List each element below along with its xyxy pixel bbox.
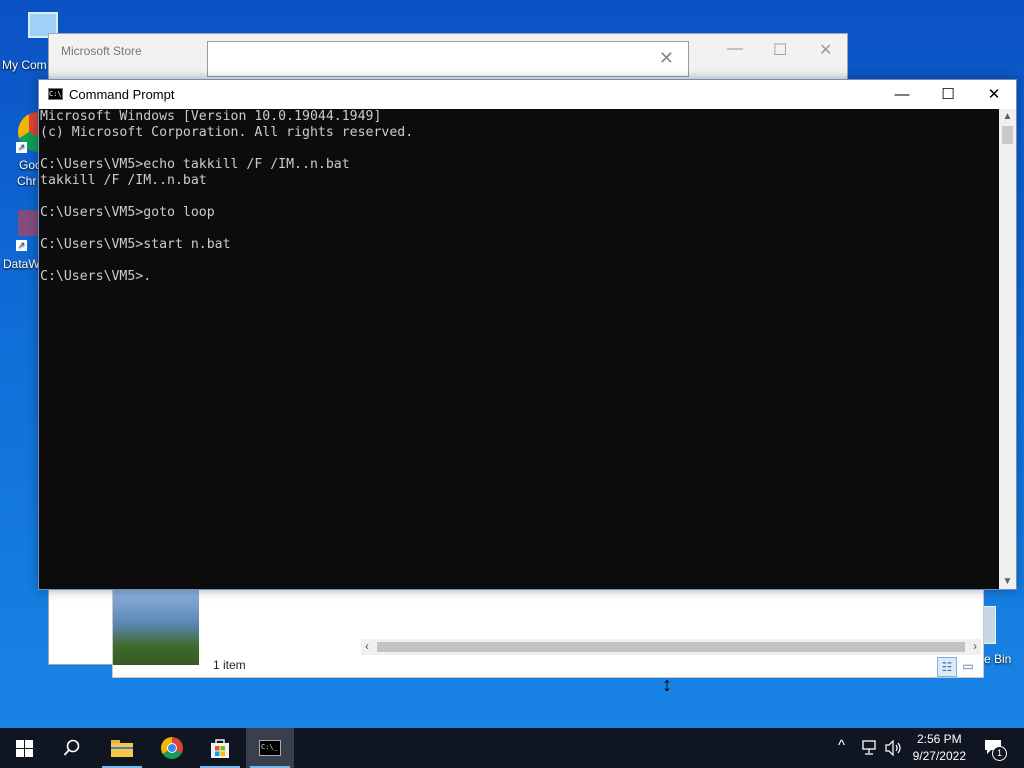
command-prompt-taskbar-button[interactable]: C:\_ — [246, 728, 294, 768]
file-explorer-button[interactable] — [98, 728, 146, 768]
cmd-icon: C:\_ — [259, 740, 281, 756]
scrollbar-thumb[interactable] — [1002, 126, 1013, 144]
store-search-input[interactable]: ✕ — [207, 41, 689, 77]
search-button[interactable] — [48, 728, 96, 768]
scroll-up-icon[interactable]: ▲ — [999, 111, 1016, 122]
windows-logo-icon — [15, 739, 33, 757]
shortcut-arrow-icon: ↗ — [16, 142, 27, 153]
taskbar-clock[interactable]: 2:56 PM 9/27/2022 — [913, 731, 966, 765]
image-thumbnail[interactable] — [113, 589, 199, 665]
cmd-maximize-button[interactable]: ☐ — [925, 80, 971, 109]
clock-time: 2:56 PM — [916, 732, 962, 746]
taskbar: C:\_ ^ 2:56 PM 9/27/2022 1 — [0, 728, 1024, 768]
action-center-button[interactable]: 1 — [984, 738, 1007, 761]
show-hidden-icons-chevron-icon[interactable]: ^ — [838, 737, 845, 754]
desktop-icon-datawrapper[interactable]: ↗ DataW — [0, 206, 40, 276]
clear-search-icon[interactable]: ✕ — [659, 48, 674, 69]
recycle-bin-icon — [982, 606, 996, 644]
scroll-down-icon[interactable]: ▼ — [999, 576, 1016, 587]
scrollbar-thumb[interactable] — [377, 642, 965, 652]
folder-icon — [111, 740, 133, 757]
desktop-icon-label: e Bin — [984, 652, 1012, 666]
cmd-icon: C:\ — [48, 88, 63, 100]
shortcut-arrow-icon: ↗ — [16, 240, 27, 251]
explorer-window[interactable]: ‹ › 1 item ☷ ▭ — [112, 588, 984, 678]
resize-cursor-icon: ↕ — [662, 674, 672, 696]
item-count: 1 item — [213, 658, 246, 672]
console-text: Microsoft Windows [Version 10.0.19044.19… — [40, 109, 414, 284]
store-button[interactable] — [196, 728, 244, 768]
scroll-left-icon[interactable]: ‹ — [365, 639, 369, 653]
console-output[interactable]: Microsoft Windows [Version 10.0.19044.19… — [39, 109, 999, 589]
store-minimize-button[interactable]: — — [727, 40, 743, 58]
command-prompt-window[interactable]: C:\ Command Prompt — ☐ ✕ Microsoft Windo… — [38, 79, 1017, 590]
app-icon — [18, 210, 38, 236]
desktop-icon-label: DataW — [3, 257, 40, 271]
cmd-minimize-button[interactable]: — — [879, 80, 925, 109]
search-icon — [63, 739, 80, 756]
network-icon[interactable] — [862, 740, 880, 756]
desktop-icon-label: My Com — [2, 58, 47, 72]
scroll-right-icon[interactable]: › — [973, 639, 977, 653]
details-view-icon[interactable]: ☷ — [937, 657, 957, 677]
chrome-button[interactable] — [148, 728, 196, 768]
store-maximize-button[interactable]: ☐ — [773, 40, 787, 60]
store-close-button[interactable]: ✕ — [819, 40, 832, 60]
store-bag-icon — [211, 739, 229, 758]
notification-count-badge: 1 — [992, 746, 1007, 761]
store-title-bar[interactable]: Microsoft Store ✕ — ☐ ✕ — [49, 34, 847, 79]
cmd-title-bar[interactable]: C:\ Command Prompt — ☐ ✕ — [39, 80, 1016, 109]
cmd-window-title: Command Prompt — [69, 87, 175, 102]
large-icons-view-icon[interactable]: ▭ — [959, 657, 977, 675]
desktop-icon-label: Chr — [17, 174, 37, 188]
desktop-icon-google-chrome[interactable]: ↗ Goc Chr — [0, 104, 41, 188]
status-bar: 1 item — [199, 653, 983, 677]
chrome-icon — [161, 737, 183, 759]
cmd-close-button[interactable]: ✕ — [971, 80, 1017, 109]
volume-icon[interactable] — [885, 740, 903, 756]
store-window-title: Microsoft Store — [61, 44, 142, 58]
vertical-scrollbar[interactable]: ▲ ▼ — [999, 109, 1016, 589]
desktop-icon-my-computer[interactable]: My Com — [0, 8, 58, 78]
start-button[interactable] — [0, 728, 48, 768]
clock-date: 9/27/2022 — [912, 749, 966, 763]
